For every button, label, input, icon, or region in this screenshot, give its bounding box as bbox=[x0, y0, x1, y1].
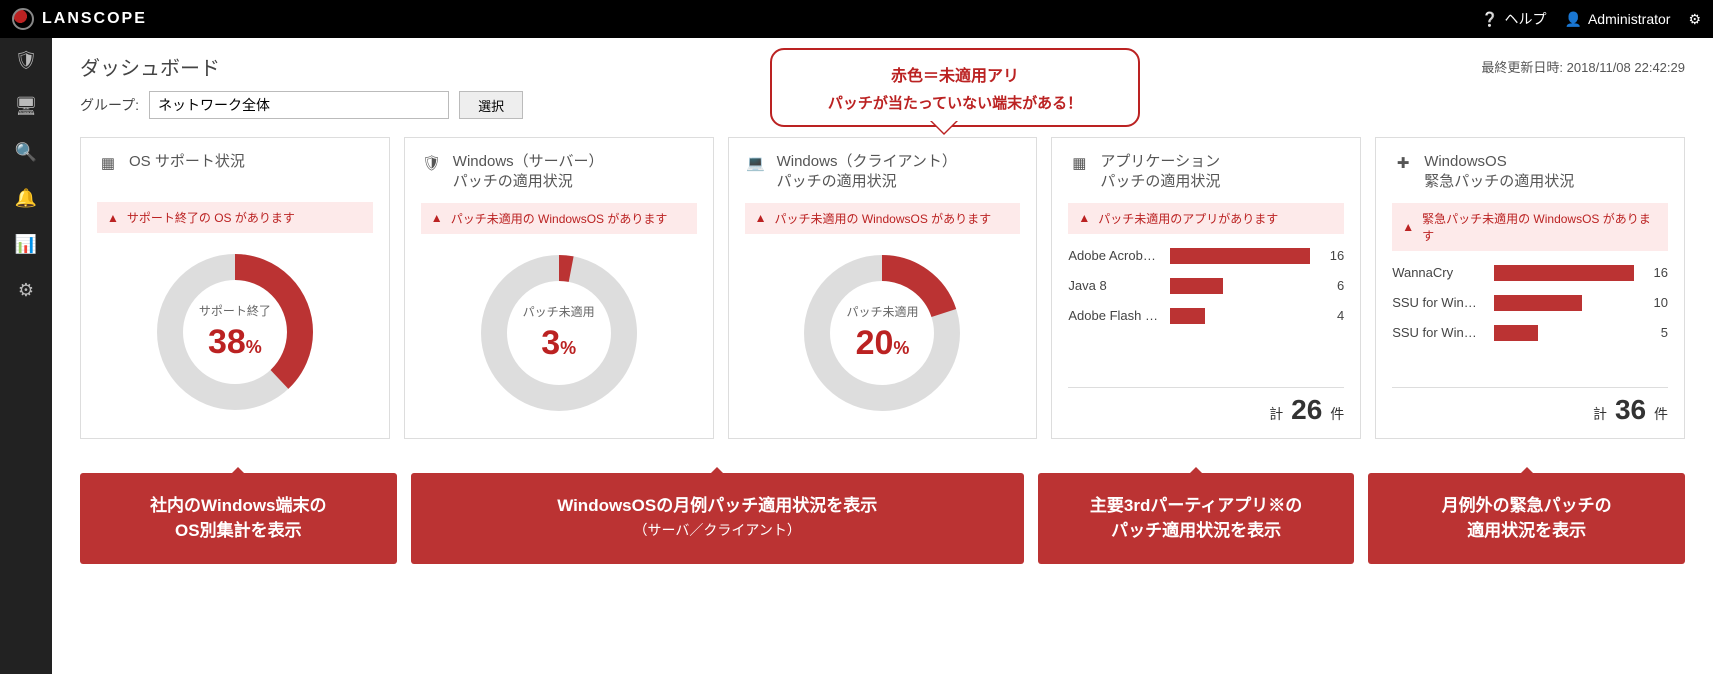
user-icon: 👤 bbox=[1565, 11, 1582, 28]
card-title: 💻 Windows（クライアント） パッチの適用状況 bbox=[745, 152, 1021, 193]
help-link[interactable]: ❔ ヘルプ bbox=[1481, 9, 1546, 29]
alert-banner: ▲ 緊急パッチ未適用の WindowsOS があります bbox=[1392, 203, 1668, 251]
bar-row: WannaCry 16 bbox=[1392, 265, 1668, 281]
nav-chart-icon[interactable]: 📊 bbox=[14, 232, 38, 256]
donut-chart-os: サポート終了 38% bbox=[150, 247, 320, 417]
alert-banner: ▲ サポート終了の OS があります bbox=[97, 202, 373, 233]
callout-monthly: WindowsOSの月例パッチ適用状況を表示 （サーバ／クライアント） bbox=[411, 473, 1024, 564]
bar-row: Adobe Acrob… 16 bbox=[1068, 248, 1344, 264]
updated-timestamp: 最終更新日時: 2018/11/08 22:42:29 bbox=[1481, 57, 1685, 76]
card-title: 🛡 Windows（サーバー） パッチの適用状況 bbox=[421, 152, 697, 193]
callout-os: 社内のWindows端末の OS別集計を表示 bbox=[80, 473, 397, 564]
laptop-icon: 💻 bbox=[745, 152, 767, 174]
nav-search-icon[interactable]: 🔍 bbox=[14, 140, 38, 164]
bar-value: 5 bbox=[1644, 325, 1668, 340]
bar-row: Java 8 6 bbox=[1068, 278, 1344, 294]
bar-label: SSU for Win… bbox=[1392, 295, 1484, 310]
bar-value: 4 bbox=[1320, 308, 1344, 323]
select-button[interactable]: 選択 bbox=[459, 91, 523, 119]
callouts-row: 社内のWindows端末の OS別集計を表示 WindowsOSの月例パッチ適用… bbox=[80, 473, 1685, 564]
bar-track bbox=[1170, 248, 1310, 264]
user-menu[interactable]: 👤 Administrator bbox=[1565, 11, 1671, 28]
card-windows-client[interactable]: 💻 Windows（クライアント） パッチの適用状況 ▲ パッチ未適用の Win… bbox=[728, 137, 1038, 439]
page-title: ダッシュボード bbox=[80, 52, 220, 81]
alert-banner: ▲ パッチ未適用の WindowsOS があります bbox=[745, 203, 1021, 234]
bar-label: Java 8 bbox=[1068, 278, 1160, 293]
total-row: 計 26 件 bbox=[1068, 387, 1344, 426]
bubble-line2: パッチが当たっていない端末がある！ bbox=[790, 92, 1120, 113]
bar-value: 10 bbox=[1644, 295, 1668, 310]
brand: LANSCOPE bbox=[12, 8, 147, 30]
bar-label: Adobe Acrob… bbox=[1068, 248, 1160, 263]
warning-icon: ▲ bbox=[1078, 211, 1090, 225]
bar-track bbox=[1494, 325, 1634, 341]
bar-value: 16 bbox=[1644, 265, 1668, 280]
total-row: 計 36 件 bbox=[1392, 387, 1668, 426]
bar-value: 16 bbox=[1320, 248, 1344, 263]
patch-icon: ✚ bbox=[1392, 152, 1414, 174]
bar-track bbox=[1494, 295, 1634, 311]
brand-logo-icon bbox=[12, 8, 34, 30]
topbar-right: ❔ ヘルプ 👤 Administrator ⚙ bbox=[1481, 9, 1701, 29]
group-input[interactable] bbox=[149, 91, 449, 119]
help-label: ヘルプ bbox=[1505, 9, 1547, 29]
warning-icon: ▲ bbox=[107, 211, 119, 225]
bar-label: WannaCry bbox=[1392, 265, 1484, 280]
topbar: LANSCOPE ❔ ヘルプ 👤 Administrator ⚙ bbox=[0, 0, 1713, 38]
bar-value: 6 bbox=[1320, 278, 1344, 293]
card-title: ✚ WindowsOS 緊急パッチの適用状況 bbox=[1392, 152, 1668, 193]
bar-chart-app: Adobe Acrob… 16 Java 8 6 Adobe Flash … 4 bbox=[1068, 248, 1344, 324]
cards-row: ▦ OS サポート状況 ▲ サポート終了の OS があります サポート終了 38… bbox=[80, 137, 1685, 439]
warning-icon: ▲ bbox=[1402, 220, 1414, 234]
main-content: ダッシュボード 最終更新日時: 2018/11/08 22:42:29 グループ… bbox=[52, 38, 1713, 674]
bar-track bbox=[1170, 308, 1310, 324]
windows-icon: ▦ bbox=[97, 152, 119, 174]
nav-shield-icon[interactable]: 🛡 bbox=[14, 48, 38, 72]
group-label: グループ: bbox=[80, 95, 139, 115]
card-windows-server[interactable]: 🛡 Windows（サーバー） パッチの適用状況 ▲ パッチ未適用の Windo… bbox=[404, 137, 714, 439]
alert-banner: ▲ パッチ未適用の WindowsOS があります bbox=[421, 203, 697, 234]
donut-chart-server: パッチ未適用 3% bbox=[474, 248, 644, 418]
bar-track bbox=[1170, 278, 1310, 294]
bar-row: SSU for Win… 10 bbox=[1392, 295, 1668, 311]
sidebar: 🛡 🖥 🔍 🔔 📊 ⚙ bbox=[0, 38, 52, 674]
gear-icon: ⚙ bbox=[1688, 11, 1701, 28]
bubble-line1: 赤色＝未適用アリ bbox=[790, 62, 1120, 86]
brand-text: LANSCOPE bbox=[42, 10, 147, 28]
user-label: Administrator bbox=[1588, 11, 1670, 27]
callout-3rdparty: 主要3rdパーティアプリ※の パッチ適用状況を表示 bbox=[1038, 473, 1355, 564]
help-icon: ❔ bbox=[1481, 11, 1498, 28]
alert-banner: ▲ パッチ未適用のアプリがあります bbox=[1068, 203, 1344, 234]
bar-row: SSU for Win… 5 bbox=[1392, 325, 1668, 341]
nav-settings-icon[interactable]: ⚙ bbox=[14, 278, 38, 302]
bar-track bbox=[1494, 265, 1634, 281]
card-title: ▦ アプリケーション パッチの適用状況 bbox=[1068, 152, 1344, 193]
bar-label: SSU for Win… bbox=[1392, 325, 1484, 340]
settings-menu[interactable]: ⚙ bbox=[1688, 11, 1701, 28]
warning-icon: ▲ bbox=[431, 211, 443, 225]
card-emergency[interactable]: ✚ WindowsOS 緊急パッチの適用状況 ▲ 緊急パッチ未適用の Windo… bbox=[1375, 137, 1685, 439]
bar-chart-emergency: WannaCry 16 SSU for Win… 10 SSU for Win… 5 bbox=[1392, 265, 1668, 341]
bar-label: Adobe Flash … bbox=[1068, 308, 1160, 323]
bar-row: Adobe Flash … 4 bbox=[1068, 308, 1344, 324]
donut-chart-client: パッチ未適用 20% bbox=[797, 248, 967, 418]
grid-icon: ▦ bbox=[1068, 152, 1090, 174]
nav-bell-icon[interactable]: 🔔 bbox=[14, 186, 38, 210]
warning-icon: ▲ bbox=[755, 211, 767, 225]
card-os-support[interactable]: ▦ OS サポート状況 ▲ サポート終了の OS があります サポート終了 38… bbox=[80, 137, 390, 439]
card-application[interactable]: ▦ アプリケーション パッチの適用状況 ▲ パッチ未適用のアプリがあります Ad… bbox=[1051, 137, 1361, 439]
server-shield-icon: 🛡 bbox=[421, 152, 443, 174]
nav-monitor-icon[interactable]: 🖥 bbox=[14, 94, 38, 118]
callout-emergency: 月例外の緊急パッチの 適用状況を表示 bbox=[1368, 473, 1685, 564]
annotation-bubble: 赤色＝未適用アリ パッチが当たっていない端末がある！ bbox=[770, 48, 1140, 127]
card-title: ▦ OS サポート状況 bbox=[97, 152, 373, 192]
